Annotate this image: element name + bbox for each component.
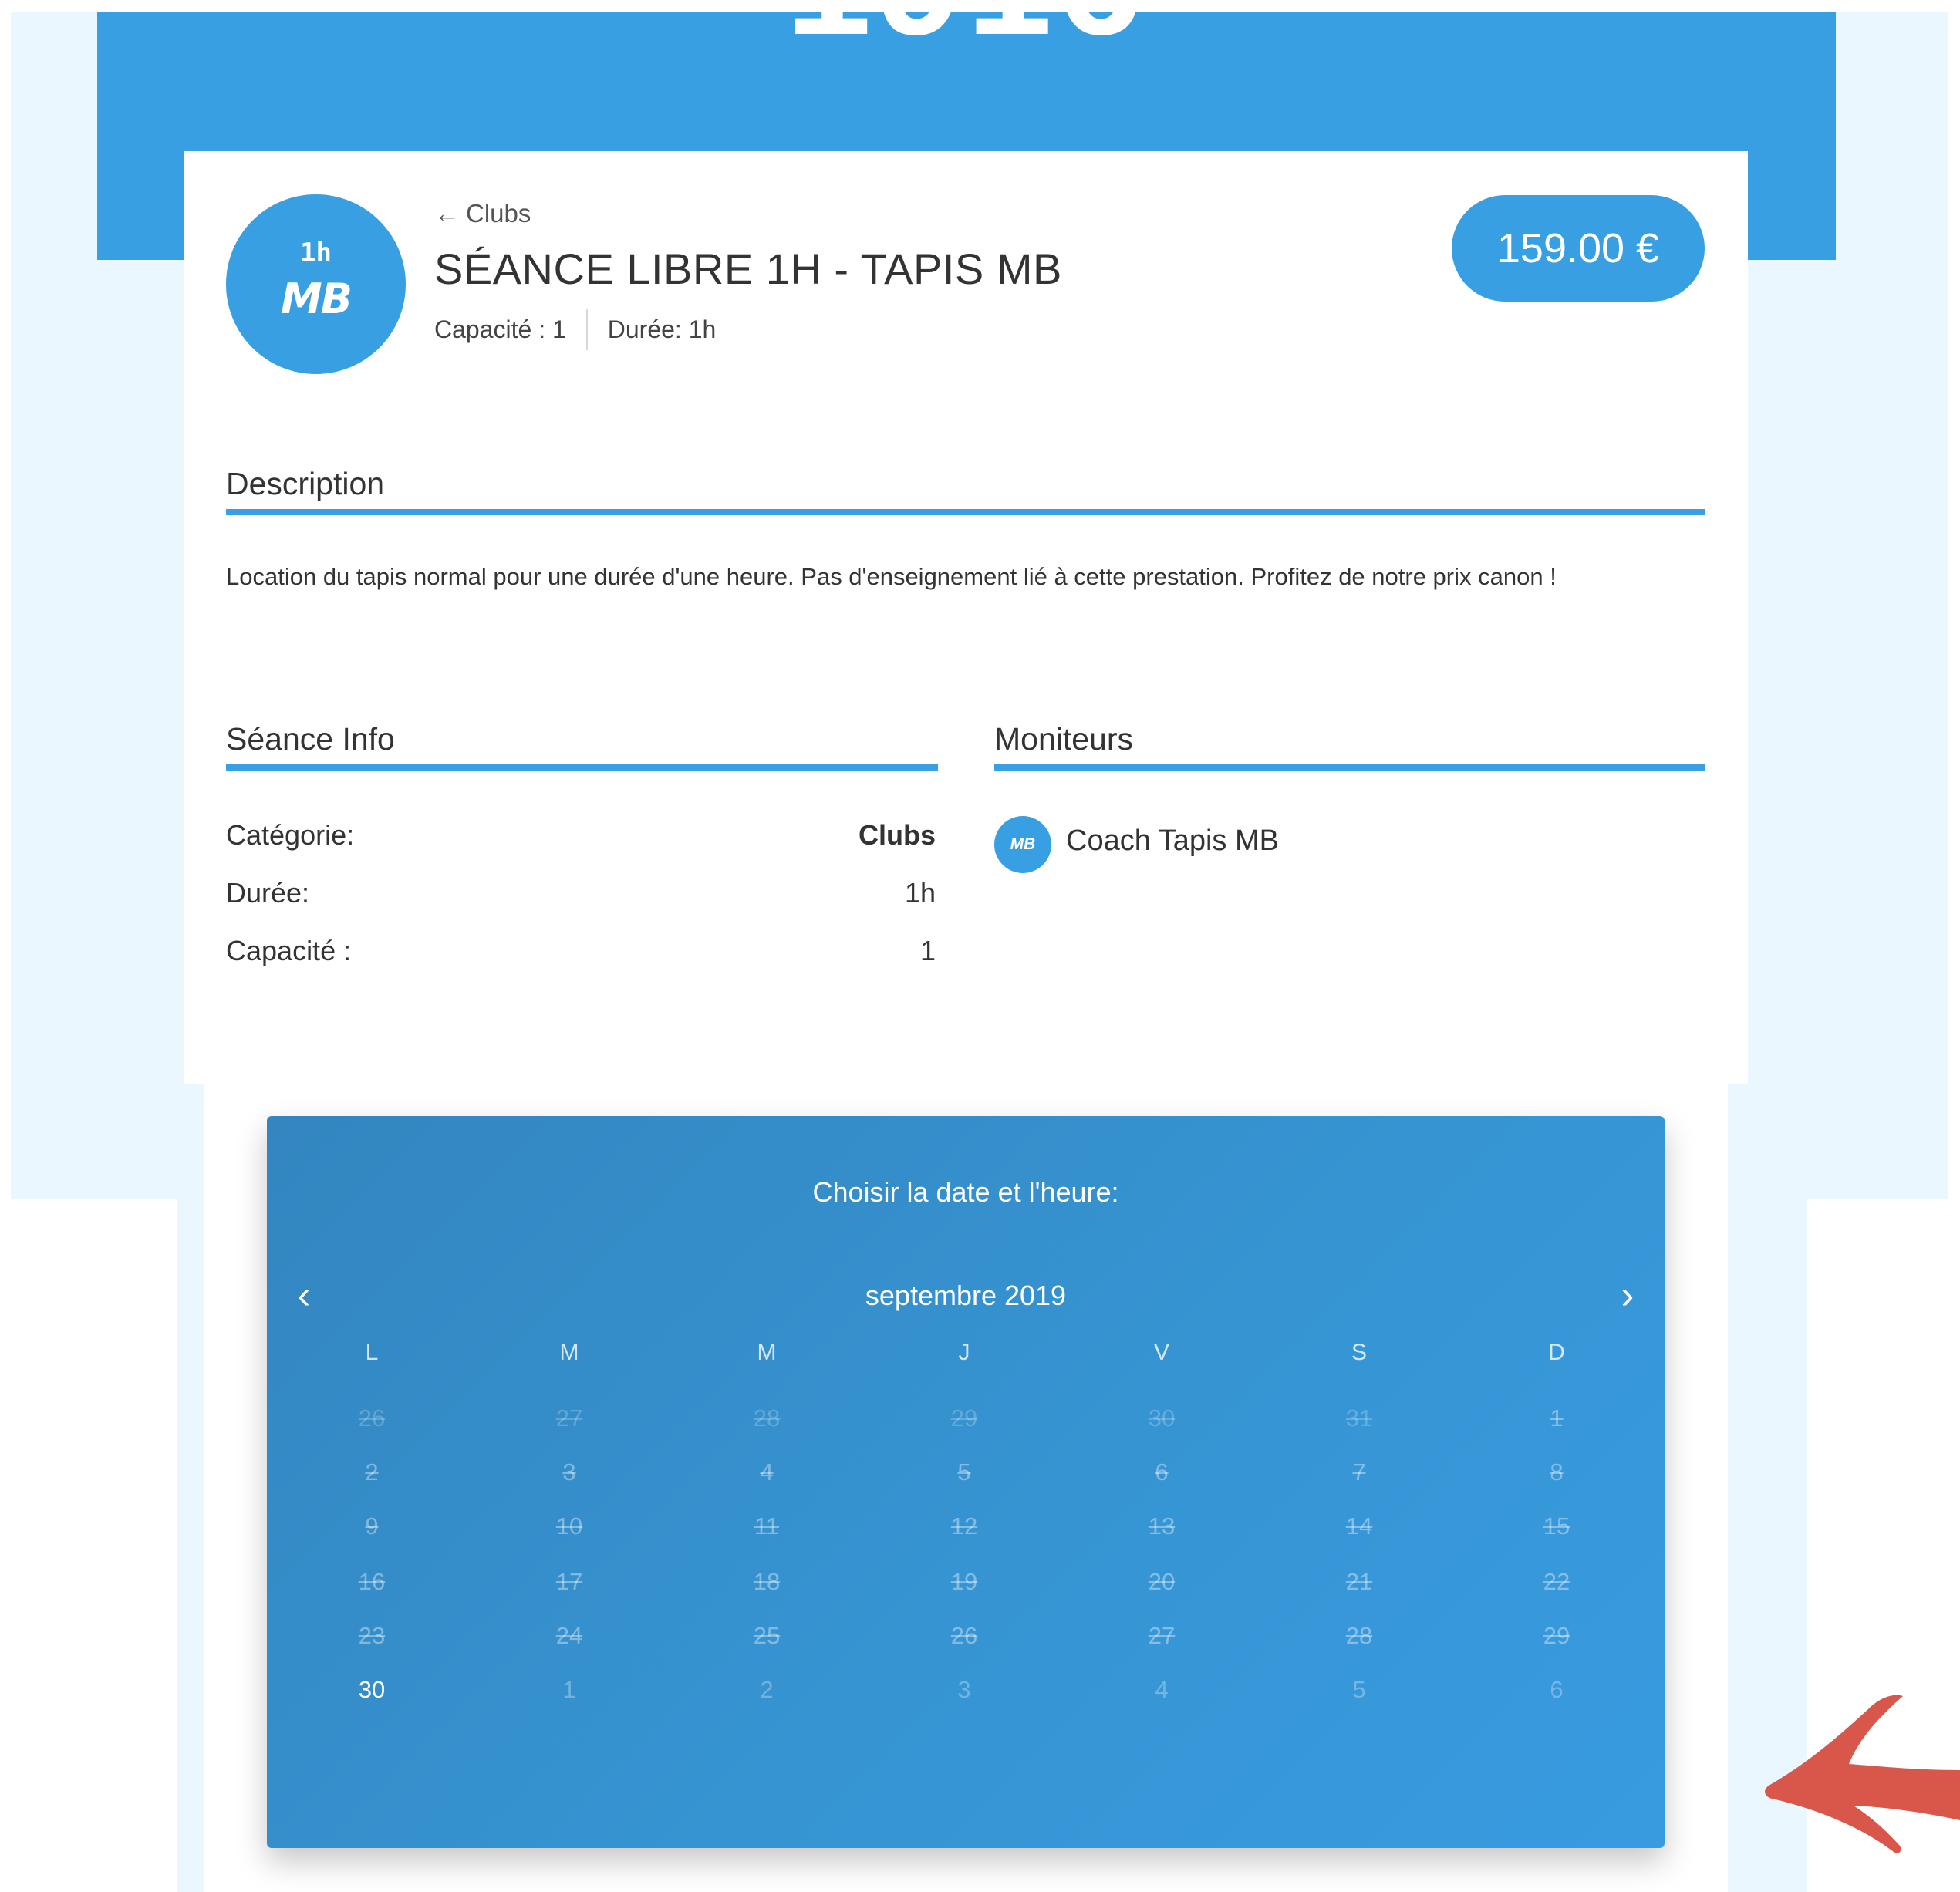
session-meta: Capacité : 1 Durée: 1h [434, 309, 716, 350]
calendar-day: 4 [760, 1459, 774, 1486]
info-label: Catégorie: [226, 819, 355, 851]
back-link-label: Clubs [466, 199, 531, 228]
price-button[interactable]: 159.00 € [1452, 195, 1705, 302]
calendar-day: 31 [1345, 1405, 1373, 1432]
weekday-header: D [1548, 1340, 1565, 1365]
calendar-day: 8 [1550, 1459, 1564, 1486]
moniteurs-title: Moniteurs [994, 721, 1134, 757]
calendar-day: 23 [358, 1622, 386, 1649]
calendar-day: 6 [1550, 1676, 1564, 1703]
red-arrow-icon [1765, 1695, 1960, 1853]
calendar-day: 30 [1148, 1405, 1176, 1432]
calendar-day: 20 [1148, 1568, 1176, 1595]
calendar-day: 3 [562, 1459, 576, 1486]
weekday-header: M [559, 1340, 579, 1365]
hero-title: 1916 [97, 12, 1836, 59]
calendar-day: 29 [1543, 1622, 1570, 1649]
description-text: Location du tapis normal pour une durée … [226, 563, 1557, 590]
logo-duration: 1h [300, 238, 332, 268]
calendar-day: 18 [753, 1568, 781, 1595]
calendar-day: 14 [1345, 1513, 1373, 1540]
calendar-day: 29 [950, 1405, 978, 1432]
calendar-day: 5 [1352, 1676, 1366, 1703]
calendar-day: 17 [555, 1568, 583, 1595]
calendar-day: 28 [753, 1405, 781, 1432]
date-picker: Choisir la date et l'heure: ‹ septembre … [267, 1116, 1665, 1848]
calendar-day: 22 [1543, 1568, 1570, 1595]
calendar-day: 16 [358, 1568, 386, 1595]
back-link[interactable]: ← Clubs [434, 199, 531, 228]
calendar-day: 25 [753, 1622, 781, 1649]
calendar-day: 15 [1543, 1513, 1570, 1540]
calendar-day: 11 [754, 1513, 780, 1540]
info-value: 1h [904, 877, 936, 909]
weekday-header: S [1351, 1340, 1367, 1365]
logo-initials: MB [281, 275, 353, 323]
chevron-right-icon[interactable]: › [1604, 1273, 1651, 1320]
calendar-day: 6 [1155, 1459, 1169, 1486]
weekday-header: J [958, 1340, 970, 1365]
meta-divider [585, 309, 588, 350]
description-title: Description [226, 466, 385, 501]
calendar-day: 24 [555, 1622, 583, 1649]
calendar-day: 27 [1148, 1622, 1176, 1649]
calendar-day-available[interactable]: 30 [326, 1673, 418, 1707]
calendar-day: 13 [1148, 1513, 1176, 1540]
meta-duration: Durée: 1h [607, 315, 717, 343]
seance-info-rule [226, 764, 938, 771]
info-value: 1 [919, 935, 936, 966]
coach-name[interactable]: Coach Tapis MB [1066, 825, 1279, 858]
seance-info-title: Séance Info [226, 721, 395, 757]
calendar-day: 27 [555, 1405, 583, 1432]
calendar-day: 1 [1550, 1405, 1564, 1432]
weekday-header: V [1153, 1340, 1169, 1365]
calendar-day: 26 [358, 1405, 386, 1432]
calendar-day: 5 [957, 1459, 971, 1486]
calendar-day: 1 [562, 1676, 576, 1703]
info-value: Clubs [858, 819, 936, 851]
weekday-header: L [365, 1340, 379, 1365]
calendar-day: 26 [950, 1622, 978, 1649]
calendar-heading: Choisir la date et l'heure: [812, 1176, 1119, 1208]
description-rule [226, 509, 1705, 515]
calendar-month: septembre 2019 [865, 1280, 1067, 1311]
coach-avatar: MB [994, 816, 1051, 873]
info-label: Capacité : [226, 935, 352, 966]
calendar-day: 12 [950, 1513, 978, 1540]
calendar-day: 3 [957, 1676, 971, 1703]
calendar-day: 2 [760, 1676, 774, 1703]
calendar-day: 19 [950, 1568, 978, 1595]
calendar-day: 28 [1345, 1622, 1373, 1649]
calendar-day: 2 [365, 1459, 379, 1486]
calendar-day: 4 [1155, 1676, 1169, 1703]
meta-capacity: Capacité : 1 [434, 315, 566, 343]
calendar-day: 9 [365, 1513, 379, 1540]
page-title: SÉANCE LIBRE 1H - TAPIS MB [434, 245, 1062, 293]
info-label: Durée: [226, 877, 310, 909]
activity-logo: 1h MB [226, 194, 406, 374]
calendar-day: 21 [1345, 1568, 1373, 1595]
arrow-left-icon: ← [434, 199, 460, 228]
weekday-header: M [757, 1340, 777, 1365]
calendar-day: 10 [555, 1513, 583, 1540]
moniteurs-rule [994, 764, 1705, 771]
calendar-day: 7 [1352, 1459, 1366, 1486]
